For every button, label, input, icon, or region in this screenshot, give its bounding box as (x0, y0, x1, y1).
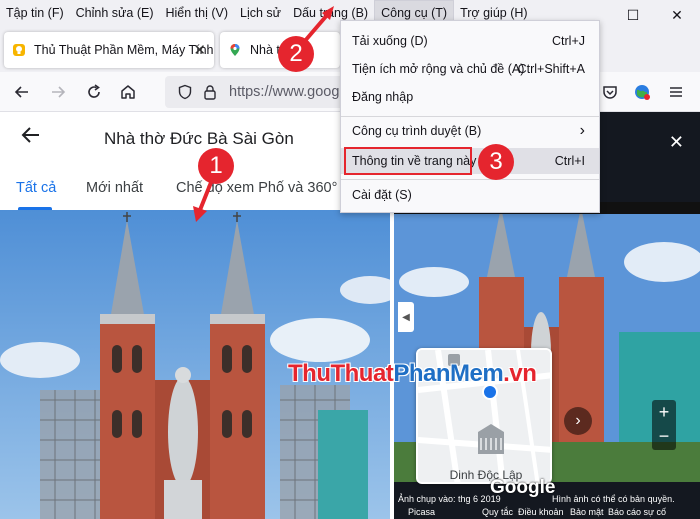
callout-1: 1 (198, 148, 234, 184)
annotation-arrows (193, 6, 334, 222)
callout-2: 2 (278, 36, 314, 72)
callout-3: 3 (478, 144, 514, 180)
